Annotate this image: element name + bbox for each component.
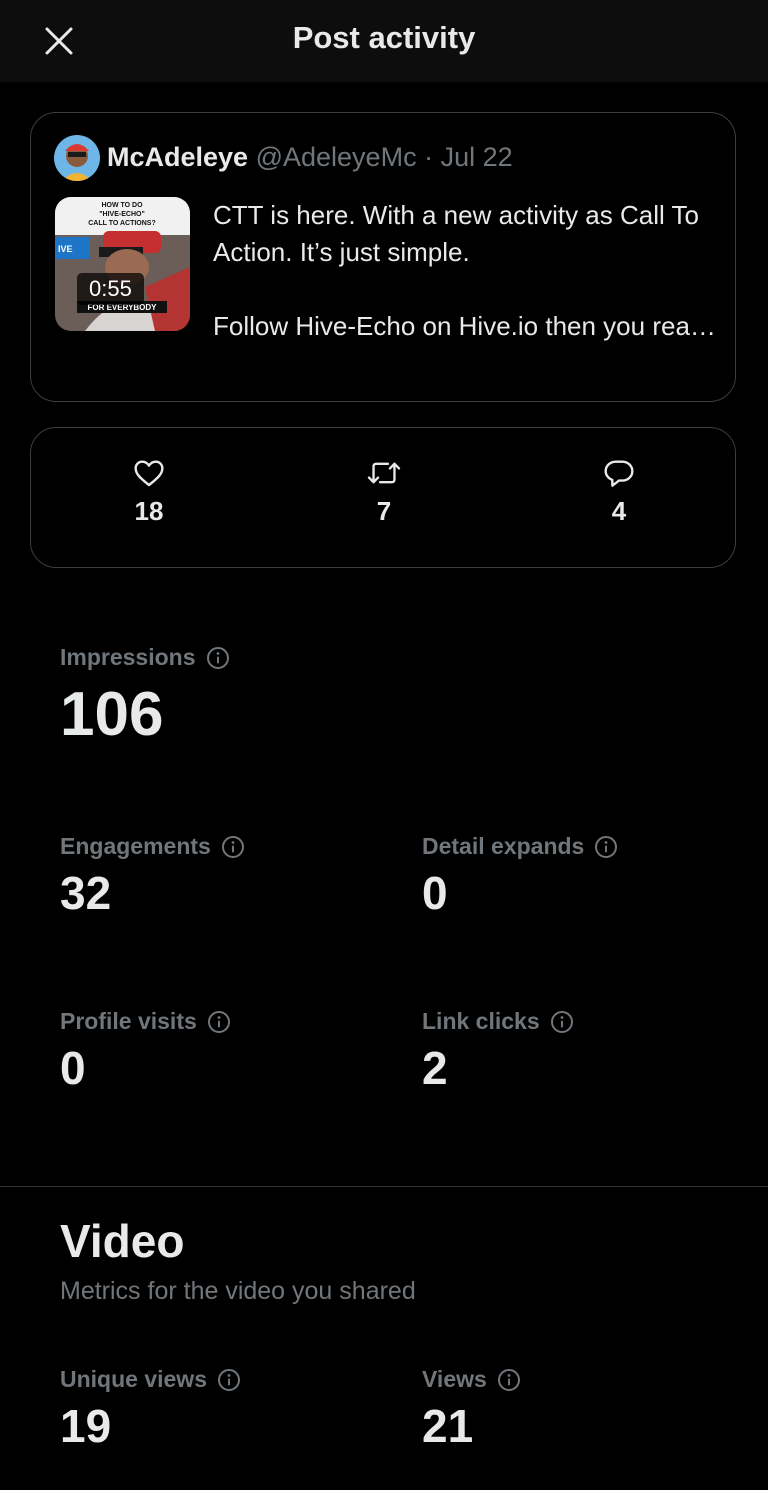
video-thumbnail-image: HOW TO DO "HIVE-ECHO" CALL TO ACTIONS? I… <box>55 197 190 331</box>
info-icon[interactable] <box>207 1010 231 1034</box>
thumb-line-1: HOW TO DO <box>101 202 143 209</box>
video-duration-badge: 0:55 <box>77 273 144 305</box>
reply-icon <box>604 460 634 487</box>
video-section-subtitle: Metrics for the video you shared <box>60 1277 416 1305</box>
post-text: CTT is here. With a new activity as Call… <box>213 197 723 345</box>
reposts-count: 7 <box>376 496 392 526</box>
detail-expands-metric: Detail expands 0 <box>422 833 618 920</box>
info-icon[interactable] <box>221 835 245 859</box>
reposts-stat[interactable]: 7 <box>324 458 444 527</box>
link-clicks-label: Link clicks <box>422 1008 540 1034</box>
page-title: Post activity <box>292 20 476 55</box>
engagements-value: 32 <box>60 867 112 919</box>
info-icon[interactable] <box>217 1368 241 1392</box>
profile-visits-value: 0 <box>60 1042 86 1094</box>
impressions-label: Impressions <box>60 644 196 670</box>
post-text-paragraph-2: Follow Hive-Echo on Hive.io then you rea… <box>213 311 723 341</box>
post-text-paragraph-1: CTT is here. With a new activity as Call… <box>213 200 699 267</box>
thumb-side-text: IVE <box>58 244 73 254</box>
heart-icon <box>134 460 164 487</box>
likes-count: 18 <box>134 496 164 526</box>
post-author-line: McAdeleye @AdeleyeMc · Jul 22 <box>107 142 513 173</box>
unique-views-value: 19 <box>60 1400 112 1452</box>
impressions-value: 106 <box>60 680 164 749</box>
author-handle: @AdeleyeMc <box>255 142 417 172</box>
info-icon[interactable] <box>594 835 618 859</box>
views-value: 21 <box>422 1400 474 1452</box>
replies-stat[interactable]: 4 <box>559 458 679 527</box>
engagements-metric: Engagements 32 <box>60 833 245 920</box>
replies-count: 4 <box>611 496 627 526</box>
repost-icon <box>367 462 401 484</box>
post-date: Jul 22 <box>440 142 513 172</box>
thumb-line-3: CALL TO ACTIONS? <box>88 220 156 227</box>
profile-visits-metric: Profile visits 0 <box>60 1008 231 1095</box>
detail-expands-label: Detail expands <box>422 833 585 859</box>
views-metric: Views 21 <box>422 1366 521 1453</box>
post-preview-card[interactable]: McAdeleye @AdeleyeMc · Jul 22 HOW TO DO … <box>30 112 736 402</box>
video-thumbnail[interactable]: HOW TO DO "HIVE-ECHO" CALL TO ACTIONS? I… <box>55 197 190 331</box>
detail-expands-value: 0 <box>422 867 448 919</box>
avatar[interactable] <box>54 135 100 181</box>
info-icon[interactable] <box>550 1010 574 1034</box>
author-name[interactable]: McAdeleye <box>107 142 248 172</box>
unique-views-label: Unique views <box>60 1366 207 1392</box>
video-section-title: Video <box>60 1215 185 1267</box>
section-divider <box>0 1186 768 1187</box>
thumb-line-2: "HIVE-ECHO" <box>99 211 145 218</box>
views-label: Views <box>422 1366 487 1392</box>
info-icon[interactable] <box>206 646 230 670</box>
unique-views-metric: Unique views 19 <box>60 1366 241 1453</box>
profile-visits-label: Profile visits <box>60 1008 197 1034</box>
engagements-label: Engagements <box>60 833 211 859</box>
link-clicks-metric: Link clicks 2 <box>422 1008 574 1095</box>
impressions-metric: Impressions 106 <box>60 644 230 750</box>
likes-stat[interactable]: 18 <box>89 458 209 527</box>
link-clicks-value: 2 <box>422 1042 448 1094</box>
header: Post activity <box>0 0 768 82</box>
meta-separator: · <box>416 142 441 172</box>
info-icon[interactable] <box>497 1368 521 1392</box>
engagement-stats-card: 18 7 4 <box>30 427 736 568</box>
